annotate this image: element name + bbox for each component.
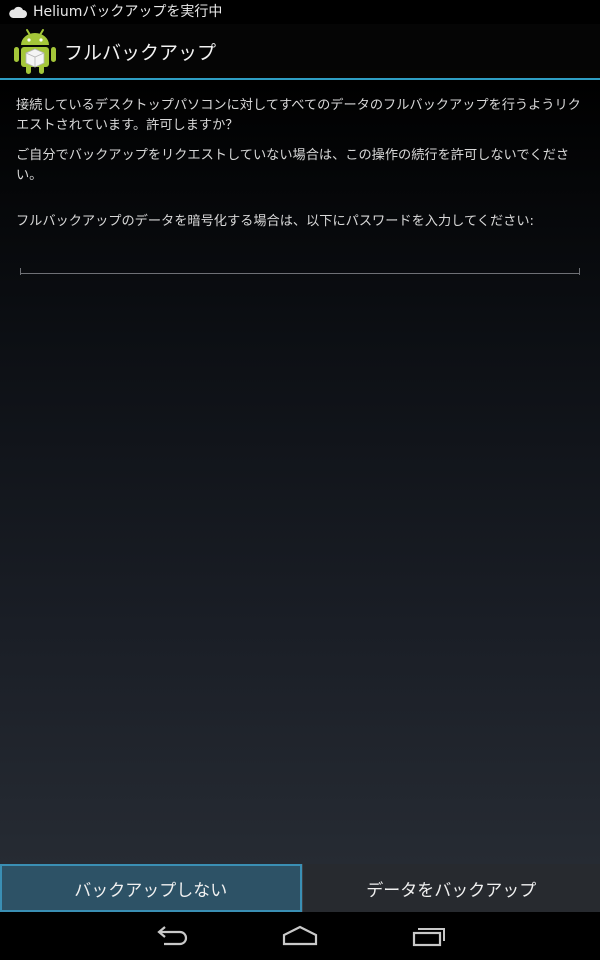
status-bar: Heliumバックアップを実行中 xyxy=(0,0,600,24)
home-icon xyxy=(282,925,318,946)
status-notification-text: Heliumバックアップを実行中 xyxy=(33,4,223,20)
screen: Heliumバックアップを実行中 フルバックアップ 接続しているデスクトップパソ… xyxy=(0,0,600,960)
do-not-backup-button[interactable]: バックアップしない xyxy=(0,864,302,912)
warning-message: ご自分でバックアップをリクエストしていない場合は、この操作の続行を許可しないでく… xyxy=(16,148,570,183)
navigation-bar xyxy=(0,912,600,960)
cloud-icon xyxy=(9,6,27,18)
dialog-title: フルバックアップ xyxy=(64,41,217,64)
input-edge-left xyxy=(20,268,21,275)
backup-data-button[interactable]: データをバックアップ xyxy=(301,864,600,912)
back-icon xyxy=(157,926,188,946)
encryption-password-input[interactable] xyxy=(20,240,580,274)
input-edge-right xyxy=(579,268,580,275)
back-button[interactable] xyxy=(142,920,202,952)
android-robot-icon xyxy=(14,29,56,74)
dialog-button-bar: バックアップしない データをバックアップ xyxy=(0,864,600,912)
password-prompt: フルバックアップのデータを暗号化する場合は、以下にパスワードを入力してください: xyxy=(16,214,534,229)
backup-content: 接続しているデスクトップパソコンに対してすべてのデータのフルバックアップを行うよ… xyxy=(0,80,600,864)
recent-apps-icon xyxy=(412,928,445,947)
action-bar: フルバックアップ xyxy=(0,24,600,78)
confirmation-message: 接続しているデスクトップパソコンに対してすべてのデータのフルバックアップを行うよ… xyxy=(16,98,581,133)
recent-apps-button[interactable] xyxy=(398,920,458,952)
home-button[interactable] xyxy=(270,920,330,952)
